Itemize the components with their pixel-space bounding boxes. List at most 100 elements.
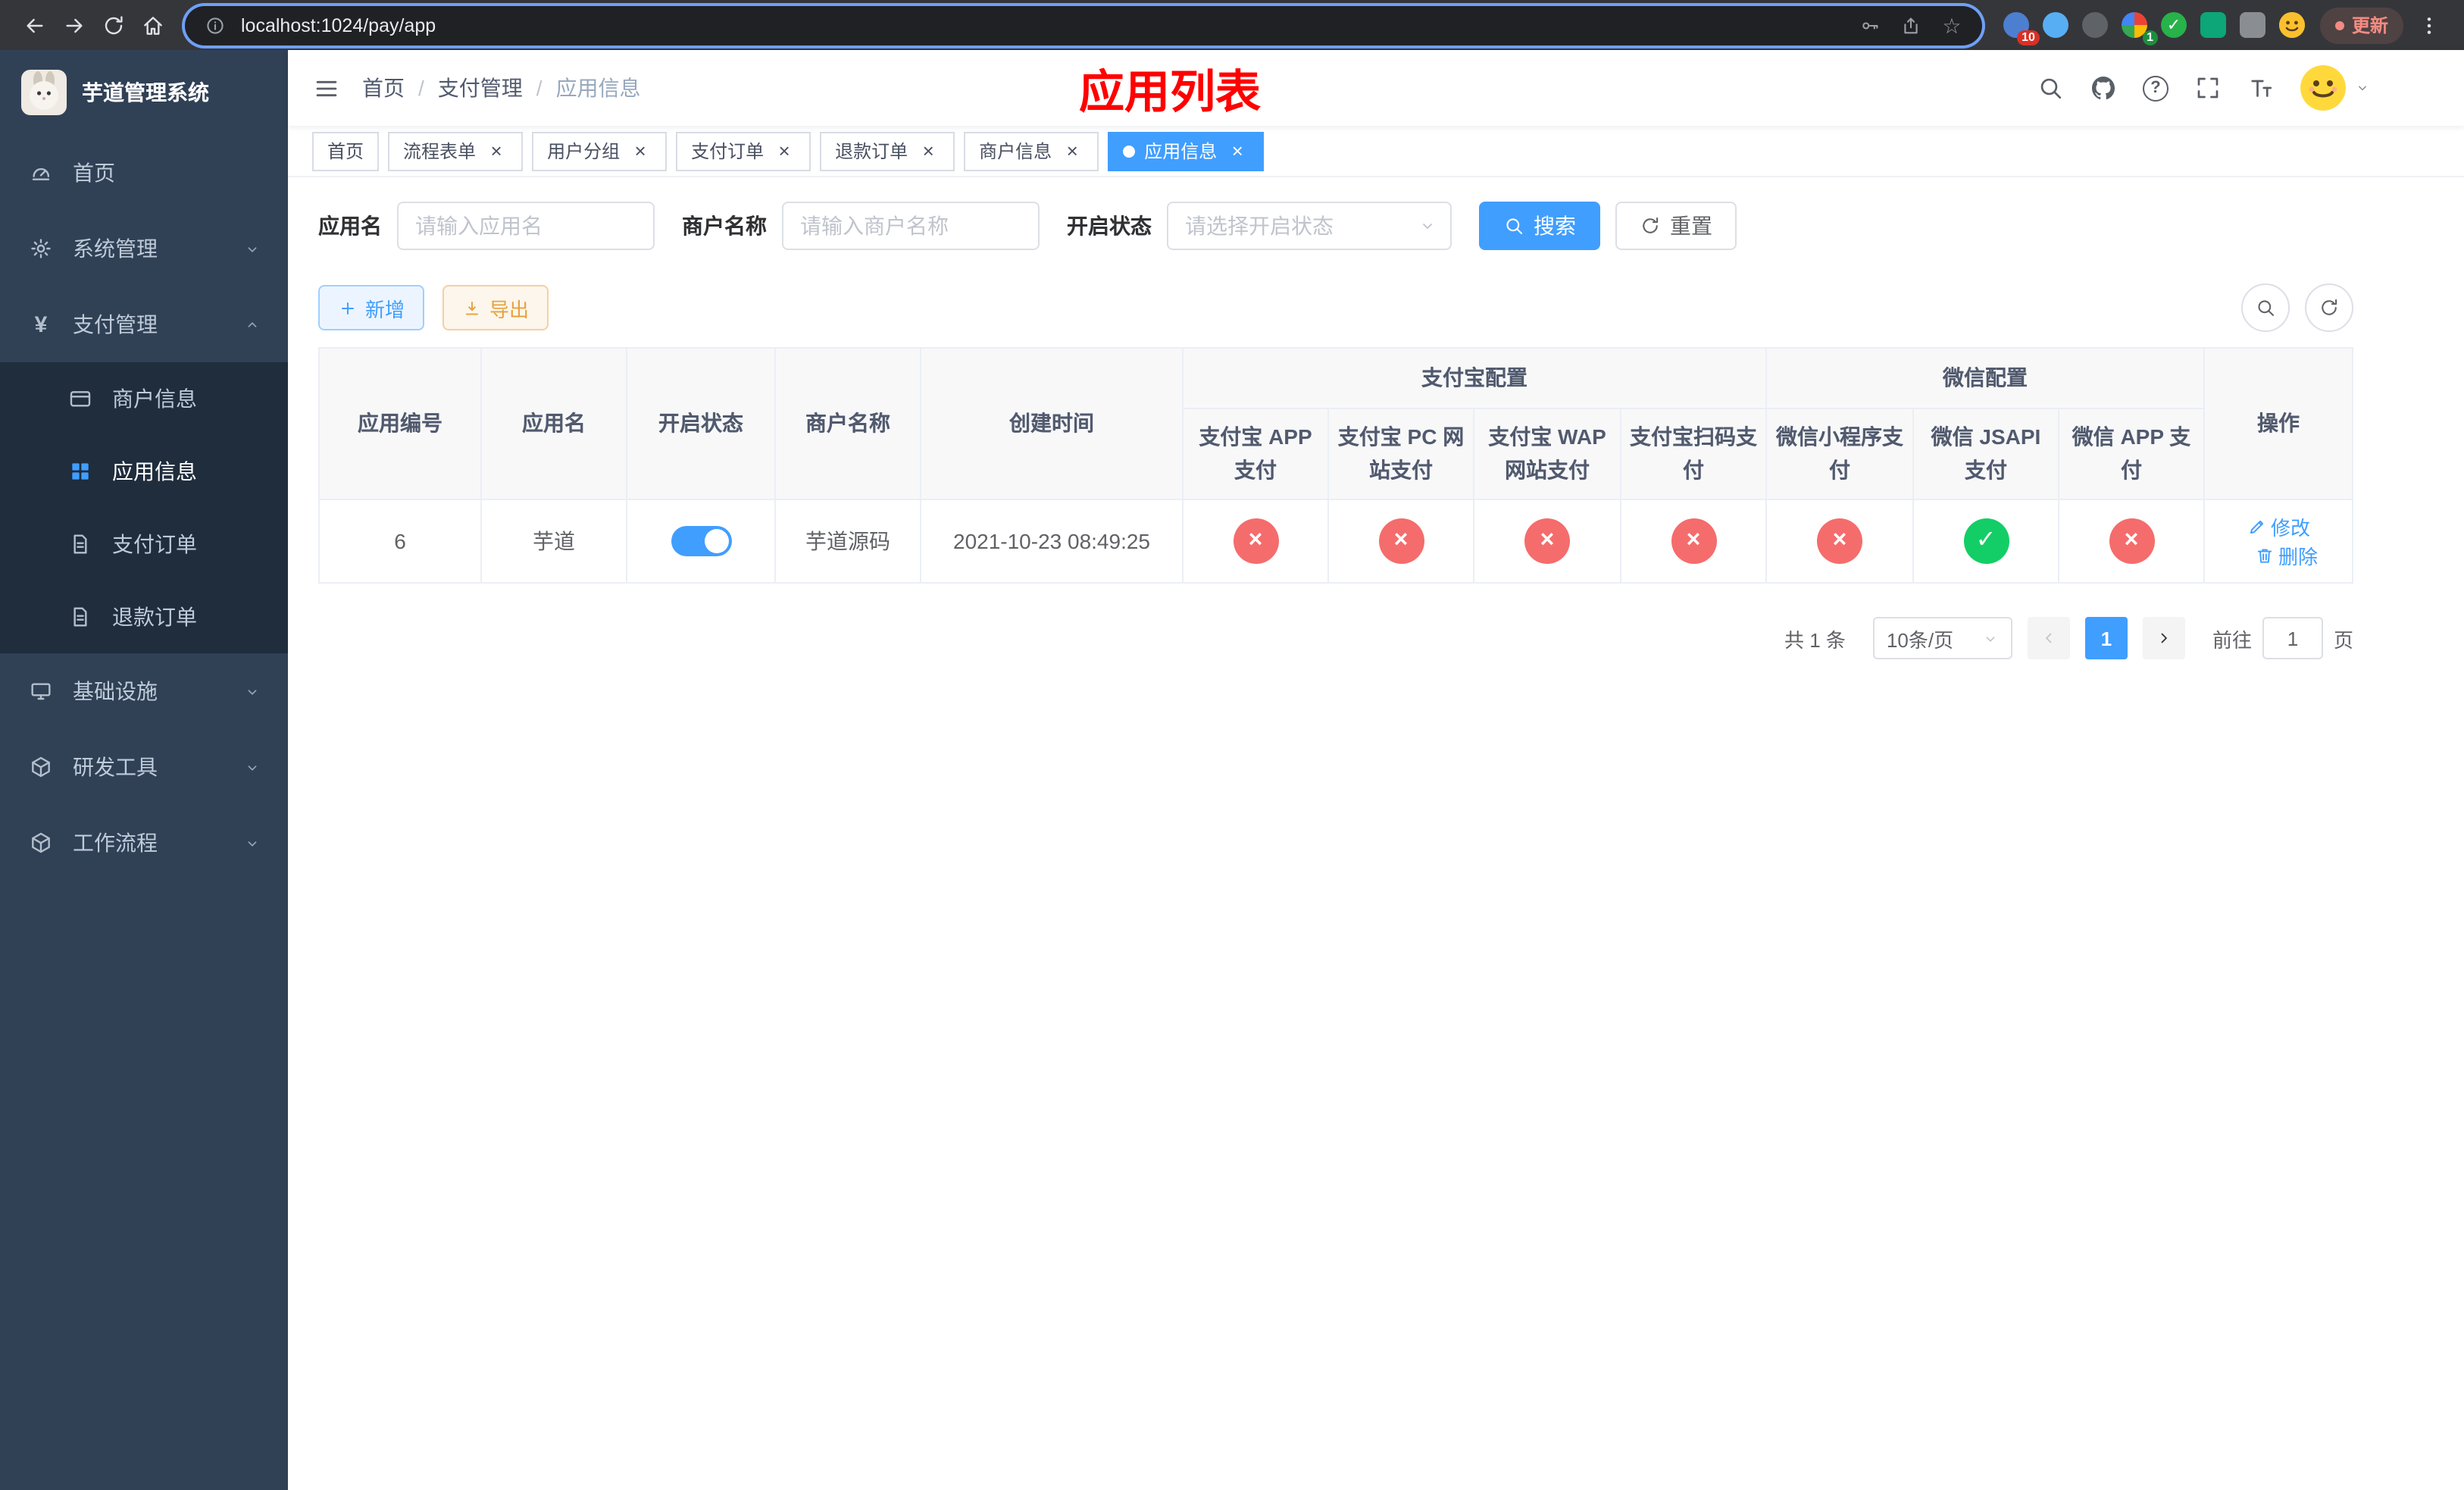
page-number-1[interactable]: 1 [2084,617,2128,660]
dashboard-icon [27,161,55,185]
reset-button[interactable]: 重置 [1615,202,1737,250]
close-icon[interactable]: × [1061,139,1083,162]
add-button[interactable]: 新增 [318,285,425,330]
column-header: 微信 APP 支付 [2057,407,2206,501]
delete-label: 删除 [2278,546,2319,569]
sidebar-item-label: 退款订单 [112,605,197,629]
extension-icon[interactable] [2278,12,2305,38]
tab-user-group[interactable]: 用户分组 × [532,131,668,171]
column-header: 商户名称 [774,346,921,501]
sidebar-item-app-info[interactable]: 应用信息 [0,435,288,508]
user-menu[interactable] [2300,65,2370,111]
tab-label: 应用信息 [1144,141,1218,162]
sidebar-item-dev-tools[interactable]: 研发工具 [0,729,288,805]
forward-icon[interactable] [55,5,94,45]
browser-update-button[interactable]: 更新 [2319,7,2403,43]
sidebar-item-refund-order[interactable]: 退款订单 [0,581,288,653]
chevron-down-icon [244,240,261,257]
fullscreen-icon[interactable] [2194,74,2222,102]
address-bar[interactable]: localhost:1024/pay/app ☆ [185,5,1982,45]
extension-icon[interactable]: ✓ [2160,12,2187,38]
tab-merchant-info[interactable]: 商户信息 × [964,131,1099,171]
edit-label: 修改 [2271,517,2311,540]
sidebar-item-workflow[interactable]: 工作流程 [0,805,288,881]
status-select[interactable]: 请选择开启状态 [1167,202,1452,250]
extension-icon[interactable] [2081,12,2108,38]
tab-pay-order[interactable]: 支付订单 × [676,131,811,171]
sidebar-item-system[interactable]: 系统管理 [0,211,288,286]
close-icon[interactable]: × [773,139,796,162]
extension-icon[interactable]: 10 [2003,12,2040,45]
extension-badge: 1 [2142,30,2158,45]
sidebar-item-infrastructure[interactable]: 基础设施 [0,653,288,729]
bookmark-star-icon[interactable]: ☆ [1937,10,1967,40]
page-size-value: 10条/页 [1886,628,1954,652]
page-size-select[interactable]: 10条/页 [1872,617,2012,660]
close-icon[interactable]: × [917,139,940,162]
sidebar-item-payment[interactable]: ¥ 支付管理 [0,286,288,362]
app-name-input[interactable] [397,202,655,250]
wechat-lite-status-icon: × [1817,518,1862,565]
reload-icon[interactable] [94,5,133,45]
share-icon[interactable] [1896,10,1926,40]
tab-refund-order[interactable]: 退款订单 × [820,131,955,171]
status-label: 开启状态 [1067,214,1152,238]
alipay-app-status-icon: × [1233,518,1278,565]
sidebar-item-home[interactable]: 首页 [0,135,288,211]
goto-prefix: 前往 [2212,628,2252,652]
merchant-name-input[interactable] [782,202,1040,250]
app-table: 应用编号 应用名 开启状态 商户名称 创建时间 支付宝配置 微信配置 操作 支付… [318,346,2354,584]
extension-icon[interactable]: 1 [2121,12,2158,45]
tab-home[interactable]: 首页 [312,131,380,171]
status-toggle[interactable] [671,526,731,557]
main-area: 首页 / 支付管理 / 应用信息 应用列表 ? 首页 流程表单 × 用户分组 ×… [288,50,2464,1490]
tab-process-form[interactable]: 流程表单 × [388,131,524,171]
refresh-icon [2319,297,2340,318]
breadcrumb-home[interactable]: 首页 [362,73,405,103]
refresh-button[interactable] [2305,283,2353,332]
close-icon[interactable]: × [485,139,508,162]
search-button[interactable]: 搜索 [1479,202,1600,250]
close-icon[interactable]: × [629,139,652,162]
sidebar-item-merchant-info[interactable]: 商户信息 [0,362,288,435]
table-row: 6 芋道 芋道源码 2021-10-23 08:49:25 × × × × × [318,499,2354,584]
app-logo[interactable]: 芋道管理系统 [0,50,288,135]
breadcrumb-payment[interactable]: 支付管理 [438,73,523,103]
chevron-down-icon [244,834,261,851]
sidebar-menu: 首页 系统管理 ¥ 支付管理 商户信息 应用信息 支付订单 退款订单 基础设施 … [0,135,288,881]
back-icon[interactable] [15,5,55,45]
extension-icon[interactable] [2042,12,2068,38]
tab-label: 退款订单 [835,141,908,162]
key-icon[interactable] [1855,10,1885,40]
browser-menu-icon[interactable] [2409,5,2449,45]
browser-toolbar: localhost:1024/pay/app ☆ 10 1 ✓ 更新 [0,0,2464,50]
tab-label: 商户信息 [979,141,1052,162]
grid-icon [67,459,94,484]
tab-app-info[interactable]: 应用信息 × [1108,131,1265,171]
cube-icon [27,755,55,779]
font-size-icon[interactable] [2247,74,2275,102]
search-icon[interactable] [2037,74,2064,102]
credit-card-icon [67,387,94,411]
prev-page-button[interactable] [2027,617,2070,660]
goto-page-input[interactable] [2262,617,2323,660]
right-toolbar [2241,283,2353,332]
extension-icon[interactable] [2239,12,2265,38]
edit-button[interactable]: 修改 [2247,513,2310,542]
help-icon[interactable]: ? [2143,75,2169,101]
next-page-button[interactable] [2142,617,2185,660]
navbar: 首页 / 支付管理 / 应用信息 应用列表 ? [288,50,2464,126]
chevron-right-icon [2155,630,2173,648]
delete-button[interactable]: 删除 [2254,542,2318,571]
site-info-icon[interactable] [200,10,230,40]
column-header: 支付宝扫码支付 [1620,407,1767,501]
toggle-search-button[interactable] [2241,283,2290,332]
export-button[interactable]: 导出 [442,285,549,330]
hamburger-icon[interactable] [312,74,341,102]
sidebar-item-pay-order[interactable]: 支付订单 [0,508,288,581]
group-header-alipay: 支付宝配置 [1182,347,1767,409]
close-icon[interactable]: × [1226,139,1249,162]
extension-icon[interactable] [2200,12,2226,38]
home-icon[interactable] [133,5,173,45]
github-icon[interactable] [2090,74,2117,102]
